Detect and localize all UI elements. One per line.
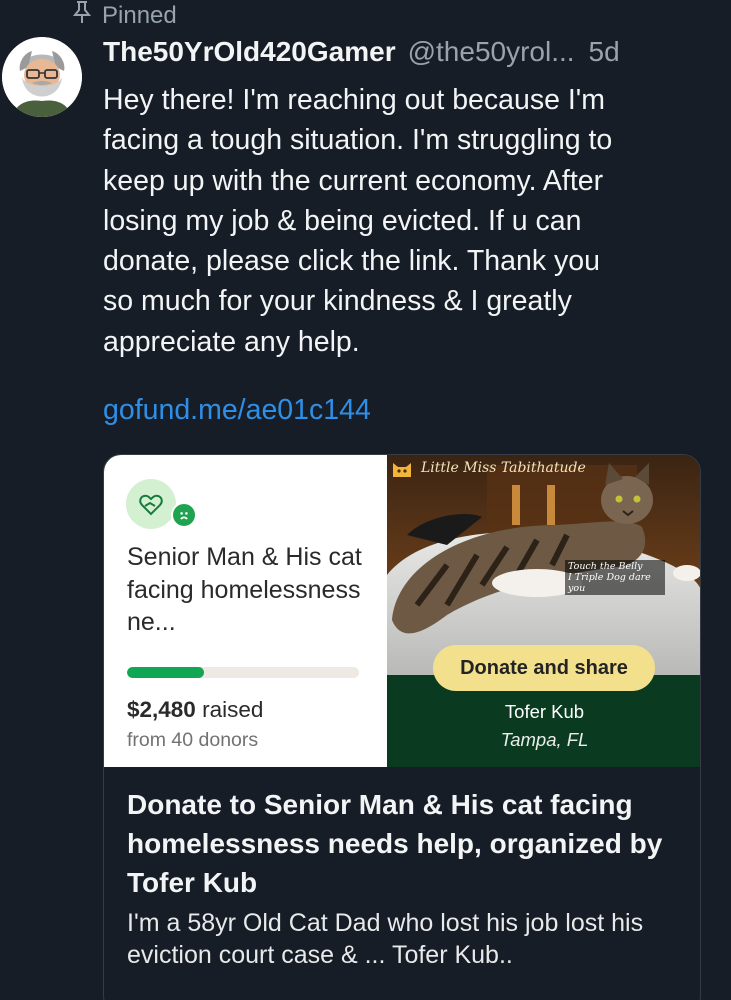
pin-icon [72, 0, 92, 31]
raised-amount: $2,480 [127, 697, 196, 722]
raised-label: raised [202, 697, 264, 722]
sad-face-icon [171, 502, 197, 528]
fundraiser-media: Little Miss Tabithatude Touch the Belly … [387, 455, 700, 767]
pinned-label: Pinned [102, 1, 177, 29]
post-header: The50YrOld420Gamer @the50yrol... 5d [103, 36, 620, 68]
display-name[interactable]: The50YrOld420Gamer [103, 36, 396, 68]
user-handle[interactable]: @the50yrol... [408, 36, 575, 68]
bearded-man-avatar-icon [2, 37, 82, 117]
gofundme-heart-hand-icon [126, 479, 176, 529]
organizer-location: Tampa, FL [500, 729, 589, 750]
donate-and-share-button[interactable]: Donate and share [433, 645, 655, 691]
photo-caption: Little Miss Tabithatude [421, 460, 586, 476]
progress-bar [127, 667, 359, 678]
progress-bar-fill [127, 667, 204, 678]
photo-note-line1: Touch the Belly [568, 561, 643, 572]
link-preview-card[interactable]: Senior Man & His cat facing homelessness… [103, 454, 701, 1000]
card-headline: Donate to Senior Man & His cat facing ho… [127, 789, 663, 898]
cat-photo: Little Miss Tabithatude Touch the Belly … [387, 455, 700, 675]
card-description: I'm a 58yr Old Cat Dad who lost his job … [127, 909, 644, 969]
pinned-indicator: Pinned [72, 0, 177, 31]
cat-emoji-icon [393, 463, 411, 477]
post-time[interactable]: 5d [589, 36, 620, 68]
post-text: Hey there! I'm reaching out because I'm … [103, 84, 613, 358]
donation-link[interactable]: gofund.me/ae01c144 [103, 394, 371, 427]
avatar[interactable] [2, 37, 82, 117]
donor-count: from 40 donors [127, 729, 259, 751]
photo-note-line2: I Triple Dog dare you [568, 572, 651, 594]
organizer-name: Tofer Kub [504, 701, 585, 722]
amount-raised: $2,480 raised [127, 697, 263, 723]
fundraiser-title: Senior Man & His cat facing homelessness… [127, 543, 362, 636]
photo-note: Touch the Belly I Triple Dog dare you [565, 560, 665, 595]
fundraiser-summary: Senior Man & His cat facing homelessness… [104, 455, 387, 767]
